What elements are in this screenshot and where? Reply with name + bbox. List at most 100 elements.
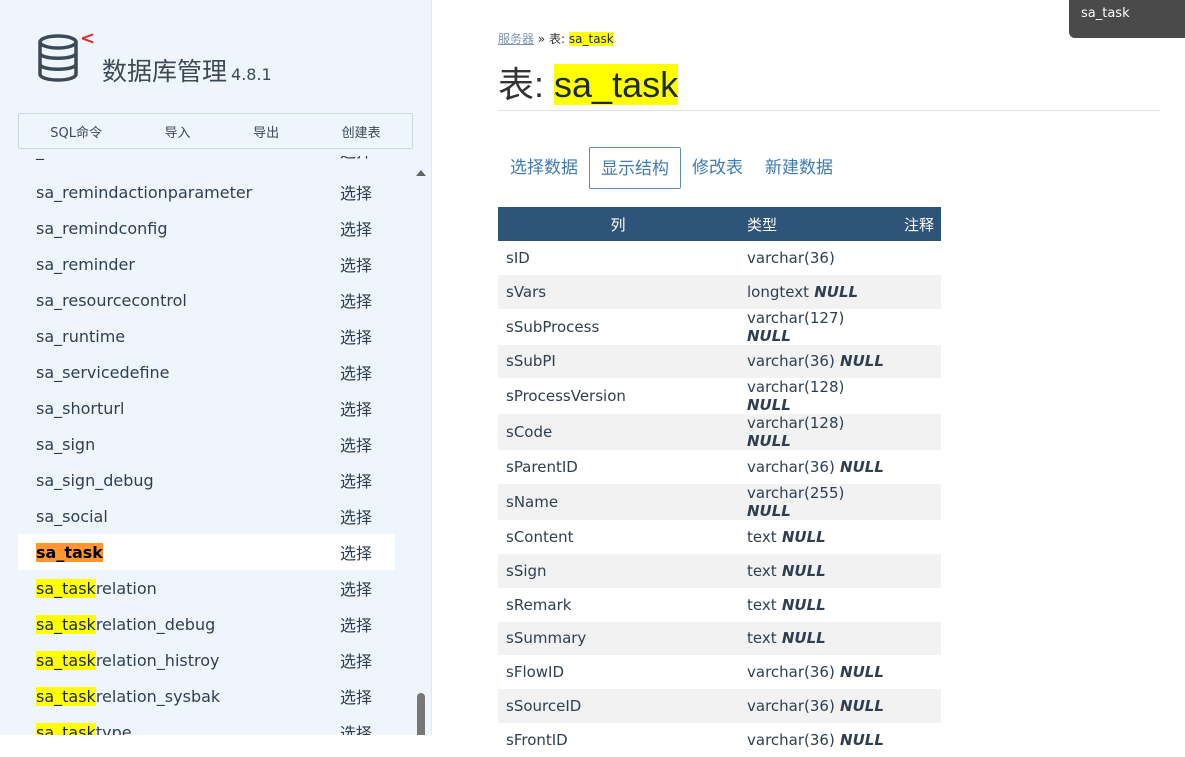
table-name[interactable]: sa_taskrelation_histroy [36, 650, 219, 670]
column-name: sContent [506, 528, 574, 547]
table-name[interactable]: sa_sign [36, 435, 95, 454]
column-type: varchar(36) NULL [738, 689, 888, 723]
table-name[interactable]: _ [36, 156, 44, 160]
select-link[interactable]: 选择 [340, 324, 372, 348]
null-marker: NULL [834, 352, 884, 371]
select-link[interactable]: 选择 [340, 156, 372, 162]
column-name: sParentID [506, 458, 578, 477]
column-type: text NULL [747, 528, 826, 547]
table-name[interactable]: sa_servicedefine [36, 363, 170, 382]
null-marker: NULL [747, 432, 791, 451]
main-content: 服务器 » 表: sa_task 表: sa_task 选择数据 显示结构 修改… [432, 0, 1185, 749]
table-row: sSubProcess varchar(127) NULL [498, 309, 941, 345]
column-name: sCode [498, 414, 738, 451]
select-link[interactable]: 选择 [340, 648, 372, 672]
select-link[interactable]: 选择 [340, 504, 372, 528]
table-name[interactable]: sa_remindactionparameter [36, 183, 252, 202]
tab-alter-table[interactable]: 修改表 [681, 147, 754, 189]
table-name[interactable]: sa_taskrelation_debug [36, 614, 215, 634]
table-name[interactable]: sa_shorturl [36, 399, 124, 418]
column-header-name: 列 [498, 207, 738, 241]
null-marker: NULL [834, 730, 884, 749]
table-row: sSubPI varchar(36) NULL [498, 344, 941, 379]
table-name[interactable]: sa_social [36, 507, 108, 526]
table-name[interactable]: sa_remindconfig [36, 219, 168, 238]
table-row: sa_taskrelation 选择 [18, 570, 395, 606]
null-marker: NULL [747, 502, 791, 521]
null-marker: NULL [776, 528, 826, 547]
table-name[interactable]: sa_taskrelation_sysbak [36, 686, 220, 706]
tab-select-data[interactable]: 选择数据 [498, 147, 589, 189]
null-marker: NULL [747, 396, 791, 415]
column-type: longtext NULL [738, 274, 888, 309]
export-link[interactable]: 导出 [253, 122, 279, 141]
breadcrumb-label: 表: [549, 32, 566, 46]
column-type: text NULL [738, 621, 888, 656]
scroll-thumb[interactable] [417, 693, 425, 735]
column-comment [888, 344, 941, 379]
table-row: sParentID varchar(36) NULL [498, 450, 941, 484]
command-bar: SQL命令 导入 导出 创建表 [18, 113, 413, 149]
table-header-row: 列 类型 注释 [498, 207, 941, 241]
select-link[interactable]: 选择 [340, 216, 372, 240]
table-name[interactable]: sa_tasktype [36, 722, 132, 735]
table-name[interactable]: sa_resourcecontrol [36, 291, 187, 310]
table-row: sa_sign 选择 [18, 426, 395, 462]
table-name[interactable]: sa_sign_debug [36, 471, 154, 490]
table-name[interactable]: sa_taskrelation [36, 578, 157, 598]
select-link[interactable]: 选择 [340, 576, 372, 600]
table-row: sa_sign_debug 选择 [18, 462, 395, 498]
table-name[interactable]: sa_reminder [36, 255, 135, 274]
column-name: sProcessVersion [506, 387, 626, 406]
select-link[interactable]: 选择 [340, 252, 372, 276]
column-name: sVars [498, 274, 738, 309]
select-link[interactable]: 选择 [340, 396, 372, 420]
scroll-up-arrow-icon[interactable] [416, 170, 426, 176]
column-comment [888, 414, 941, 451]
table-row: sa_resourcecontrol 选择 [18, 282, 395, 318]
table-row-active: sa_task 选择 [18, 534, 395, 570]
tab-new-item[interactable]: 新建数据 [754, 147, 844, 189]
select-link[interactable]: 选择 [340, 684, 372, 708]
sidebar: <? 数据库管理4.8.1 SQL命令 导入 导出 创建表 _ 选择 sa_re… [0, 0, 432, 735]
column-name: sID [506, 248, 530, 267]
select-link[interactable]: 选择 [340, 288, 372, 312]
table-row: sa_taskrelation_sysbak 选择 [18, 678, 395, 714]
null-marker: NULL [776, 595, 826, 614]
column-comment [888, 655, 941, 689]
null-marker: NULL [808, 282, 859, 301]
create-table-link[interactable]: 创建表 [342, 122, 381, 141]
column-type: varchar(255) NULL [738, 484, 888, 521]
table-row: sa_taskrelation_histroy 选择 [18, 642, 395, 678]
table-row: sVars longtext NULL [498, 274, 941, 309]
select-link[interactable]: 选择 [340, 540, 372, 564]
table-name[interactable]: sa_task [36, 542, 103, 562]
select-link[interactable]: 选择 [340, 180, 372, 204]
column-name: sFrontID [506, 730, 568, 749]
column-comment [888, 621, 941, 656]
column-comment [888, 588, 941, 622]
select-link[interactable]: 选择 [340, 612, 372, 636]
table-row: sID varchar(36) [498, 241, 941, 275]
table-name[interactable]: sa_runtime [36, 327, 125, 346]
column-comment [888, 723, 941, 757]
breadcrumb-separator: » [537, 32, 546, 46]
select-link[interactable]: 选择 [340, 432, 372, 456]
select-link[interactable]: 选择 [340, 720, 372, 735]
breadcrumb-server-link[interactable]: 服务器 [498, 32, 534, 46]
table-row: _ 选择 [18, 156, 395, 168]
sql-command-link[interactable]: SQL命令 [50, 122, 102, 141]
column-name: sSummary [498, 621, 738, 656]
column-type: varchar(127) NULL [747, 308, 845, 345]
tab-show-structure[interactable]: 显示结构 [589, 147, 681, 189]
scrollbar[interactable] [414, 170, 428, 735]
select-link[interactable]: 选择 [340, 360, 372, 384]
null-marker: NULL [776, 629, 826, 648]
import-link[interactable]: 导入 [165, 122, 191, 141]
column-type: varchar(128) NULL [738, 414, 888, 451]
column-type: varchar(36) NULL [747, 663, 884, 682]
column-type: varchar(36) NULL [738, 344, 888, 379]
tooltip: sa_task [1069, 0, 1185, 38]
select-link[interactable]: 选择 [340, 468, 372, 492]
column-type: varchar(128) NULL [747, 378, 845, 415]
